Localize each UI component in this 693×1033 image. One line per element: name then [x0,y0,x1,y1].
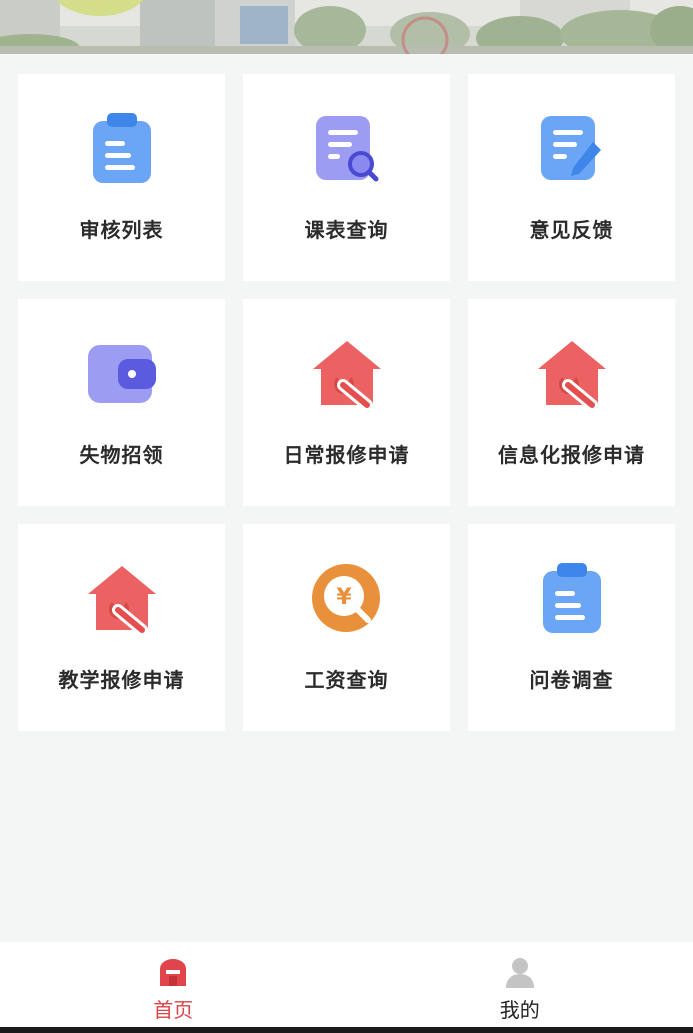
user-icon [503,956,537,990]
house-wrench-icon [309,336,385,412]
tile-schedule-query[interactable]: 课表查询 [243,74,450,281]
tile-audit-list[interactable]: 审核列表 [18,74,225,281]
tile-daily-repair[interactable]: 日常报修申请 [243,299,450,506]
tile-label: 意见反馈 [529,218,614,242]
clipboard-icon [84,111,160,187]
tile-label: 教学报修申请 [58,668,185,692]
document-edit-icon [534,111,610,187]
tile-label: 信息化报修申请 [498,443,645,467]
tab-home-label: 首页 [153,998,194,1022]
tile-label: 审核列表 [79,218,164,242]
tile-label: 日常报修申请 [283,443,410,467]
tile-feedback[interactable]: 意见反馈 [468,74,675,281]
tab-mine[interactable]: 我的 [347,942,693,1027]
yen-search-icon: ¥ [309,561,385,637]
tile-survey[interactable]: 问卷调查 [468,524,675,731]
campus-banner-image[interactable] [0,0,693,54]
tile-teaching-repair[interactable]: 教学报修申请 [18,524,225,731]
home-page: 审核列表 课表查询 意见反馈 失物招领 日常报修申请 信息化报修申请 教学报修申… [0,0,693,1033]
tile-label: 课表查询 [304,218,389,242]
clipboard-icon [534,561,610,637]
house-wrench-icon [534,336,610,412]
tile-lost-and-found[interactable]: 失物招领 [18,299,225,506]
wallet-icon [84,336,160,412]
document-search-icon [309,111,385,187]
tile-label: 失物招领 [79,443,164,467]
home-icon [156,956,190,990]
tab-home[interactable]: 首页 [0,942,347,1027]
tab-mine-label: 我的 [499,998,540,1022]
svg-text:¥: ¥ [336,585,352,610]
house-wrench-icon [84,561,160,637]
tile-label: 工资查询 [304,668,389,692]
bottom-tab-bar: 首页 我的 [0,942,693,1027]
tile-salary-query[interactable]: ¥ 工资查询 [243,524,450,731]
home-indicator [0,1027,693,1033]
feature-grid: 审核列表 课表查询 意见反馈 失物招领 日常报修申请 信息化报修申请 教学报修申… [18,74,675,731]
tile-label: 问卷调查 [529,668,614,692]
tile-it-repair[interactable]: 信息化报修申请 [468,299,675,506]
